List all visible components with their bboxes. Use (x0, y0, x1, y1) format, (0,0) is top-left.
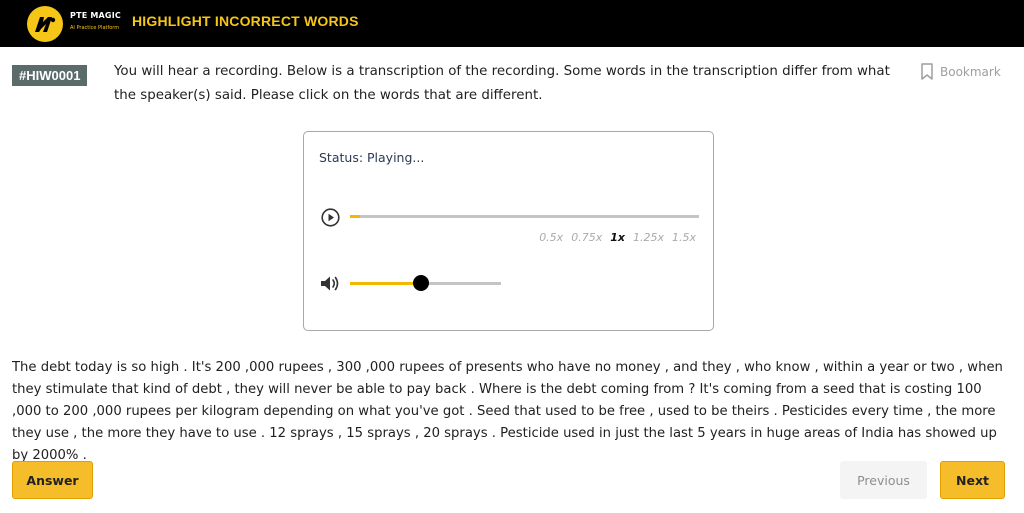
speed-option[interactable]: 1.25x (633, 231, 664, 244)
progress-fill (350, 215, 361, 218)
previous-button[interactable]: Previous (840, 461, 927, 499)
bookmark-label: Bookmark (940, 64, 1001, 79)
volume-fill (350, 282, 421, 285)
speed-option[interactable]: 0.5x (539, 231, 563, 244)
player-status: Status: Playing... (319, 150, 425, 165)
speed-option[interactable]: 1.5x (672, 231, 696, 244)
pte-magic-logo-icon[interactable] (27, 6, 63, 42)
top-bar: PTE MAGIC AI Practice Platform HIGHLIGHT… (0, 0, 1024, 47)
instruction-text: You will hear a recording. Below is a tr… (114, 64, 890, 103)
question-code-badge: #HIW0001 (12, 65, 88, 86)
answer-button[interactable]: Answer (12, 461, 93, 499)
volume-slider[interactable] (350, 275, 501, 291)
page-title: HIGHLIGHT INCORRECT WORDS (132, 13, 359, 29)
speed-option-active[interactable]: 1x (610, 231, 625, 244)
volume-icon[interactable] (320, 275, 340, 292)
next-button[interactable]: Next (940, 461, 1005, 499)
volume-slider-knob[interactable] (412, 275, 429, 291)
play-circle-icon[interactable] (321, 208, 340, 227)
brand-tagline: AI Practice Platform (70, 25, 120, 31)
bookmark-button[interactable]: Bookmark (921, 63, 1001, 80)
audio-player: Status: Playing... 0.5x 0.75x 1x 1.25x 1… (303, 131, 714, 331)
brand-name: PTE MAGIC (70, 11, 121, 20)
transcript-text[interactable]: The debt today is so high . It's 200 ,00… (12, 357, 1012, 467)
speed-option[interactable]: 0.75x (571, 231, 602, 244)
progress-slider[interactable] (350, 215, 699, 218)
bookmark-icon (921, 63, 933, 80)
playback-speed-options: 0.5x 0.75x 1x 1.25x 1.5x (539, 231, 696, 244)
